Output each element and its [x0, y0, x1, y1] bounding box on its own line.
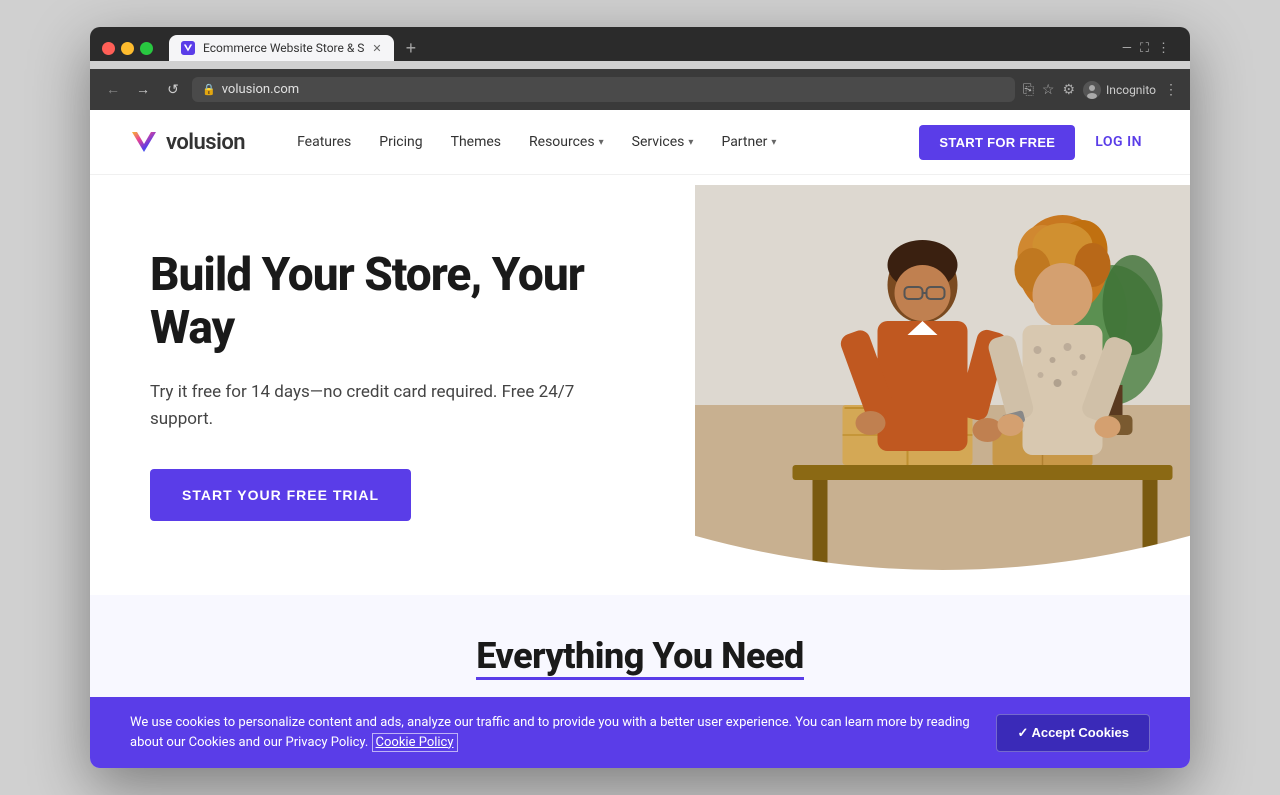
site-header: volusion Features Pricing Themes Resourc…: [90, 110, 1190, 175]
traffic-lights: [102, 42, 153, 55]
header-actions: START FOR FREE LOG IN: [919, 125, 1150, 160]
hero-section: Build Your Store, Your Way Try it free f…: [90, 175, 1190, 595]
more-options-icon[interactable]: ⋮: [1164, 82, 1178, 98]
hero-title: Build Your Store, Your Way: [150, 249, 635, 355]
nav-services[interactable]: Services ▾: [620, 126, 706, 158]
window-control-more[interactable]: ⋮: [1157, 41, 1170, 56]
main-nav: Features Pricing Themes Resources ▾ Serv…: [285, 126, 919, 158]
website-content: volusion Features Pricing Themes Resourc…: [90, 110, 1190, 768]
window-control-maximize[interactable]: ⛶: [1140, 41, 1149, 56]
start-free-button[interactable]: START FOR FREE: [919, 125, 1075, 160]
cookie-text: We use cookies to personalize content an…: [130, 713, 976, 752]
tab-favicon: [181, 41, 195, 55]
nav-resources[interactable]: Resources ▾: [517, 126, 616, 158]
minimize-button[interactable]: [121, 42, 134, 55]
cookie-banner: We use cookies to personalize content an…: [90, 697, 1190, 768]
section-teaser: Everything You Need: [90, 595, 1190, 697]
cast-icon[interactable]: ⎘: [1023, 82, 1034, 98]
hero-content: Build Your Store, Your Way Try it free f…: [90, 189, 695, 581]
hero-subtitle: Try it free for 14 days—no credit card r…: [150, 379, 590, 433]
login-button[interactable]: LOG IN: [1087, 126, 1150, 158]
close-button[interactable]: [102, 42, 115, 55]
browser-window: Ecommerce Website Store & S ✕ + — ⛶ ⋮ ← …: [90, 27, 1190, 768]
logo-link[interactable]: volusion: [130, 128, 245, 156]
cookie-policy-link[interactable]: Cookie Policy: [372, 733, 458, 752]
logo-icon: [130, 128, 158, 156]
window-control-minimize[interactable]: —: [1122, 41, 1132, 56]
forward-button[interactable]: →: [132, 81, 154, 98]
nav-features[interactable]: Features: [285, 126, 363, 158]
nav-pricing[interactable]: Pricing: [367, 126, 434, 158]
tab-bar: Ecommerce Website Store & S ✕ +: [169, 35, 1042, 61]
partner-chevron: ▾: [771, 137, 776, 148]
lock-icon: 🔒: [202, 83, 216, 96]
resources-chevron: ▾: [599, 137, 604, 148]
browser-actions: ⎘ ☆ ⚙ Incognito ⋮: [1023, 81, 1178, 99]
tab-close-icon[interactable]: ✕: [372, 42, 381, 55]
active-tab[interactable]: Ecommerce Website Store & S ✕: [169, 35, 394, 61]
tab-title: Ecommerce Website Store & S: [203, 41, 364, 55]
hero-image: [695, 185, 1190, 585]
incognito-badge: Incognito: [1083, 81, 1156, 99]
browser-controls: ← → ↺ 🔒 volusion.com ⎘ ☆ ⚙ Incognito ⋮: [90, 69, 1190, 110]
browser-chrome: Ecommerce Website Store & S ✕ + — ⛶ ⋮: [90, 27, 1190, 61]
free-trial-button[interactable]: START YOUR FREE TRIAL: [150, 469, 411, 521]
logo-text: volusion: [166, 130, 245, 155]
hero-illustration: [695, 185, 1190, 585]
bookmark-icon[interactable]: ☆: [1042, 82, 1055, 98]
back-button[interactable]: ←: [102, 81, 124, 98]
section-teaser-title: Everything You Need: [150, 635, 1130, 677]
reload-button[interactable]: ↺: [162, 82, 184, 98]
nav-themes[interactable]: Themes: [439, 126, 513, 158]
accept-cookies-button[interactable]: ✓ Accept Cookies: [996, 714, 1150, 752]
address-bar[interactable]: 🔒 volusion.com: [192, 77, 1015, 102]
new-tab-button[interactable]: +: [398, 36, 425, 61]
incognito-icon: [1083, 81, 1101, 99]
url-display: volusion.com: [222, 82, 299, 97]
titlebar: Ecommerce Website Store & S ✕ + — ⛶ ⋮: [102, 35, 1178, 61]
services-chevron: ▾: [688, 137, 693, 148]
extensions-icon[interactable]: ⚙: [1062, 82, 1075, 98]
incognito-label: Incognito: [1106, 83, 1156, 97]
nav-partner[interactable]: Partner ▾: [709, 126, 788, 158]
maximize-button[interactable]: [140, 42, 153, 55]
